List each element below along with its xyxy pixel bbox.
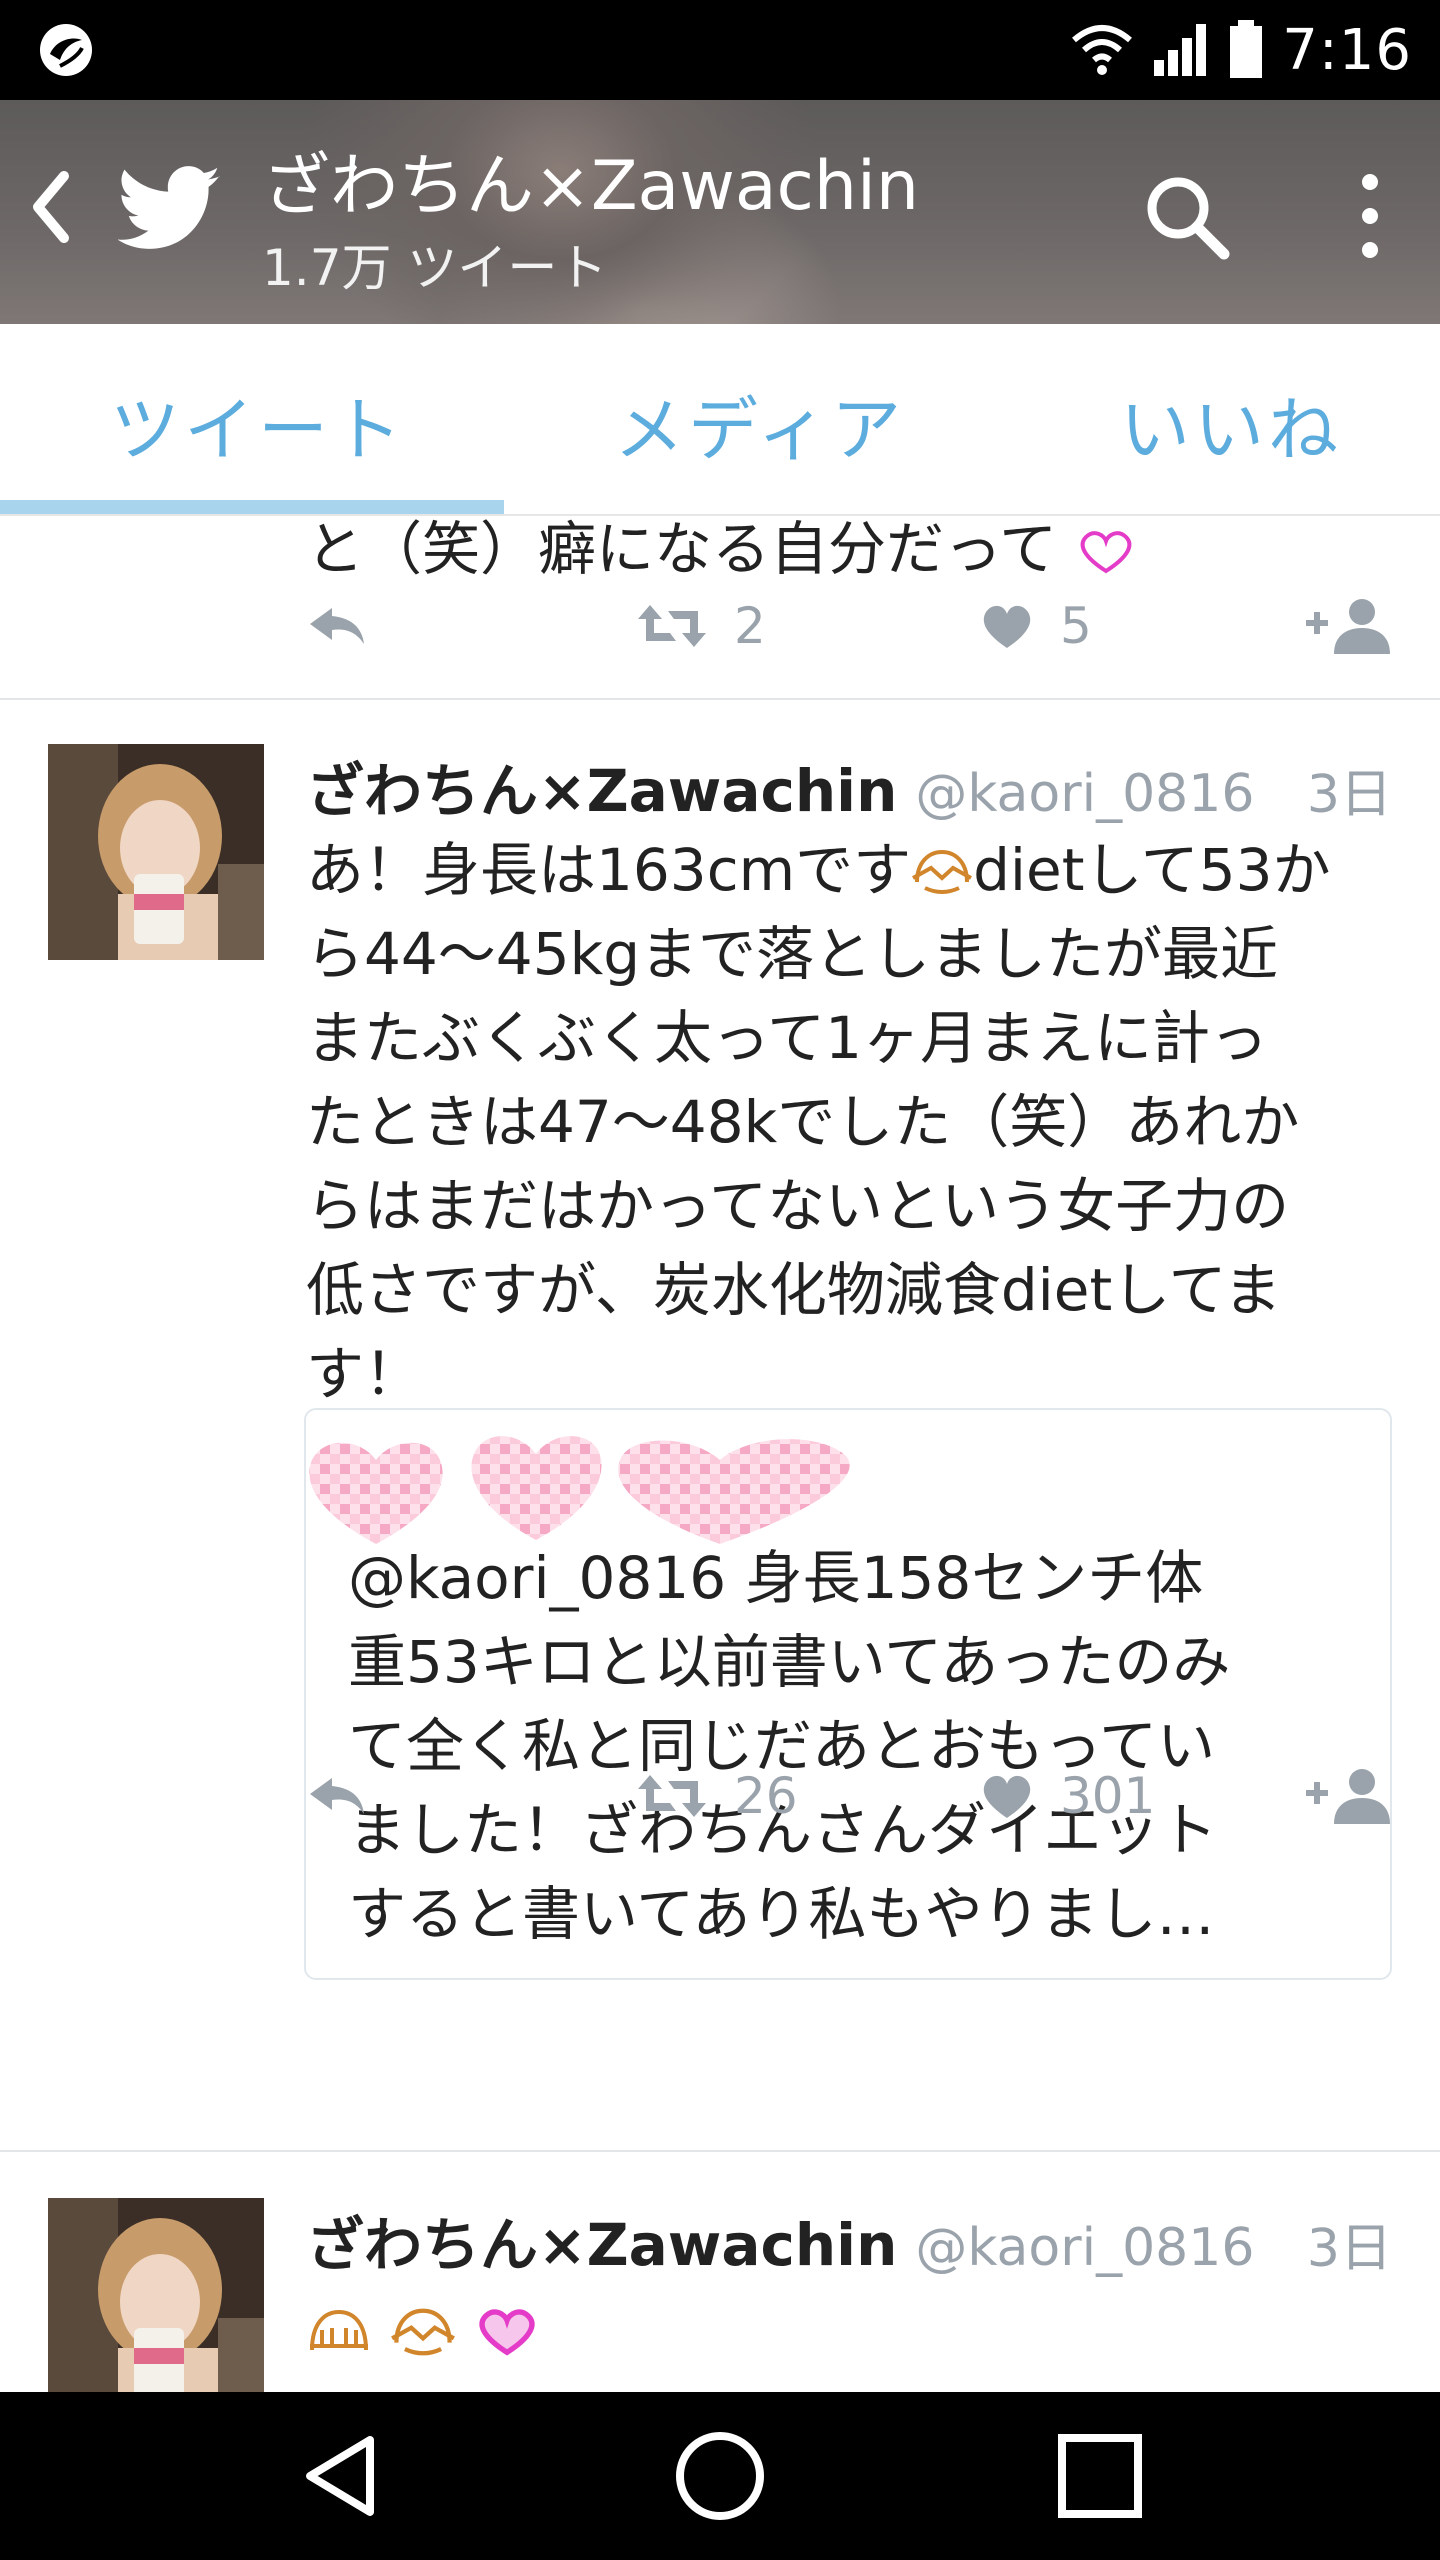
tweet-item[interactable]: ざわちん×Zawachin @kaori_0816 3日 あ！身長は163cmで…: [0, 744, 1440, 1980]
previous-tweet-actions: 2 5: [306, 586, 1406, 666]
profile-title: ざわちん×Zawachin: [262, 147, 919, 226]
tab-media[interactable]: メディア: [614, 374, 905, 475]
previous-tweet-text: と（笑）癖になる自分だって: [306, 516, 1136, 586]
follow-user-icon: [1306, 599, 1390, 654]
heart-icon: [983, 1775, 1031, 1818]
tweet-item[interactable]: ざわちん×Zawachin @kaori_0816 3日: [0, 2198, 1440, 2392]
heart-emoji-icon: [479, 2309, 535, 2356]
nav-home-icon[interactable]: [670, 2426, 770, 2526]
quoted-tweet-card[interactable]: @kaori_0816 身長158センチ体 重53キロと以前書いてあったのみ て…: [304, 1408, 1392, 1980]
avatar[interactable]: [48, 744, 264, 960]
twitter-bird-icon: [118, 166, 221, 249]
quoted-tweet-text: @kaori_0816 身長158センチ体 重53キロと以前書いてあったのみ て…: [348, 1544, 1231, 1948]
status-bar: 7:16: [0, 0, 1440, 100]
tweet-author-name[interactable]: ざわちん×Zawachin: [306, 2198, 897, 2282]
follow-button[interactable]: [1306, 1756, 1390, 1836]
nav-recents-icon[interactable]: [1050, 2426, 1150, 2526]
see-no-evil-emoji-icon: [391, 2308, 456, 2356]
more-options-icon[interactable]: [1340, 166, 1400, 266]
battery-icon: [1230, 20, 1263, 78]
signal-icon: [1154, 24, 1207, 76]
speak-no-evil-emoji-icon: [310, 2309, 368, 2351]
profile-header: ざわちん×Zawachin 1.7万 ツイート: [0, 100, 1440, 324]
app-notification-icon: [40, 24, 92, 76]
reply-button[interactable]: [306, 1756, 368, 1836]
avatar-image: [48, 744, 264, 960]
reply-button[interactable]: [306, 586, 368, 666]
tweet-author-name[interactable]: ざわちん×Zawachin: [306, 744, 897, 828]
status-time: 7:16: [1282, 17, 1412, 83]
tab-likes[interactable]: いいね: [1120, 374, 1342, 475]
like-button[interactable]: 5: [980, 586, 1092, 666]
heart-icon: [983, 605, 1031, 648]
tweet-author-handle[interactable]: @kaori_0816: [915, 764, 1254, 824]
reply-icon: [310, 608, 364, 644]
tweet-author-handle[interactable]: @kaori_0816: [915, 2218, 1254, 2278]
retweet-icon: [638, 1775, 706, 1817]
tweet-header: ざわちん×Zawachin @kaori_0816: [306, 744, 1254, 834]
profile-tabs: ツイート メディア いいね: [0, 324, 1440, 516]
timeline[interactable]: と（笑）癖になる自分だって 2 5 ざわちん×Zawachin @kaori_0…: [0, 516, 1440, 2392]
tweet-count: 1.7万 ツイート: [262, 239, 608, 297]
search-icon[interactable]: [1140, 170, 1236, 266]
back-arrow-icon[interactable]: [20, 162, 80, 252]
active-tab-indicator: [0, 500, 504, 514]
retweet-icon: [638, 605, 706, 647]
tweet-body-emojis: [306, 2290, 1406, 2360]
tweet-divider: [0, 2150, 1440, 2152]
tab-tweets[interactable]: ツイート: [110, 374, 406, 475]
retweet-count: 26: [734, 1767, 798, 1825]
avatar-image: [48, 2198, 264, 2392]
retweet-button[interactable]: 26: [636, 1756, 798, 1836]
like-count: 5: [1060, 597, 1092, 655]
reply-icon: [310, 1778, 364, 1814]
tweet-header: ざわちん×Zawachin @kaori_0816: [306, 2198, 1254, 2288]
follow-user-icon: [1306, 1769, 1390, 1824]
like-button[interactable]: 301: [980, 1756, 1155, 1836]
tweet-body: あ！身長は163cmです dietして53か ら44〜45kgまで落としましたが最…: [306, 836, 1331, 1408]
heart-stickers-icon: [309, 1436, 850, 1544]
see-no-evil-emoji-icon: [912, 849, 973, 894]
nav-back-icon[interactable]: [292, 2426, 392, 2526]
tweet-timestamp: 3日: [1306, 2219, 1392, 2279]
retweet-button[interactable]: 2: [636, 586, 766, 666]
tweet-actions: 26 301: [306, 1756, 1406, 1836]
like-count: 301: [1060, 1767, 1156, 1825]
tweet-timestamp: 3日: [1306, 765, 1392, 825]
navigation-bar: [0, 2392, 1440, 2560]
avatar[interactable]: [48, 2198, 264, 2392]
tweet-divider: [0, 698, 1440, 700]
heart-emoji-icon: [1080, 531, 1131, 574]
retweet-count: 2: [734, 597, 766, 655]
wifi-icon: [1072, 25, 1133, 75]
follow-button[interactable]: [1306, 586, 1390, 666]
